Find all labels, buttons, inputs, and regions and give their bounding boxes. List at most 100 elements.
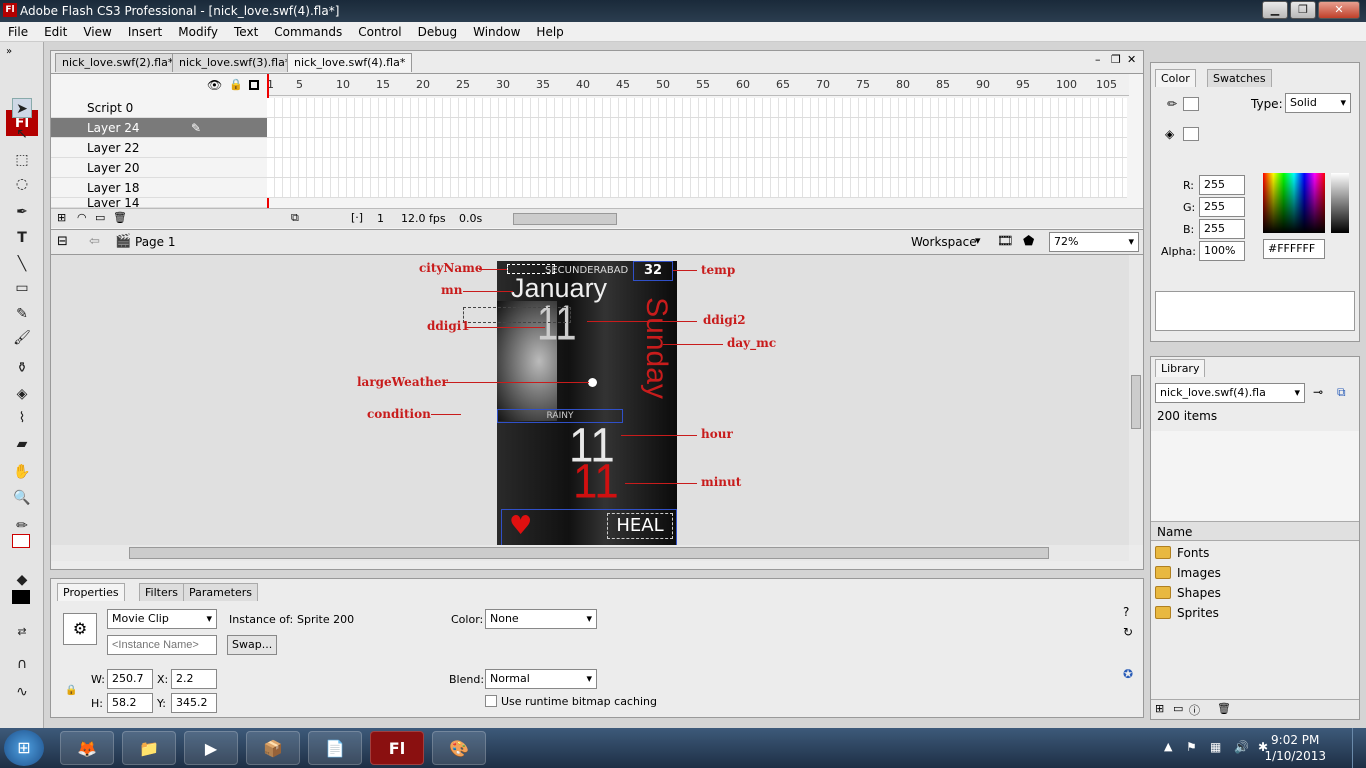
swap-colors-icon[interactable]: ⇄ — [12, 622, 32, 642]
height-input[interactable]: 58.2 — [107, 693, 153, 713]
type-dropdown[interactable]: Solid — [1285, 93, 1351, 113]
frame-ruler[interactable]: 1 5 10 15 20 25 30 35 40 45 50 55 60 65 … — [267, 74, 1129, 96]
tray-flag-icon[interactable]: ⚑ — [1186, 740, 1197, 754]
fill-color-swatch[interactable] — [12, 590, 30, 604]
instance-name-input[interactable] — [107, 635, 217, 655]
line-tool-icon[interactable]: ╲ — [12, 254, 32, 274]
notepad-icon[interactable]: 📄 — [308, 731, 362, 765]
layer-row[interactable]: Layer 14 — [51, 198, 267, 208]
workspace-chevron-icon[interactable]: ▾ — [975, 234, 981, 247]
hand-tool-icon[interactable]: ✋ — [12, 462, 32, 482]
frame-row[interactable] — [267, 158, 1127, 178]
tools-collapse-icon[interactable]: » — [6, 46, 12, 57]
stroke-color-swatch[interactable] — [12, 534, 30, 548]
insert-folder-icon[interactable]: ▭ — [95, 211, 105, 224]
frame-row[interactable] — [267, 118, 1127, 138]
back-arrow-icon[interactable]: ⇦ — [89, 234, 100, 249]
pin-icon[interactable]: ⊸ — [1313, 385, 1323, 399]
layer-row[interactable]: Layer 20 — [51, 158, 267, 178]
menu-window[interactable]: Window — [465, 22, 528, 42]
subselection-tool-icon[interactable]: ↖ — [12, 124, 32, 144]
tray-chevron-icon[interactable]: ▲ — [1164, 740, 1172, 753]
stroke-swatch[interactable] — [1183, 97, 1199, 111]
y-input[interactable]: 345.2 — [171, 693, 217, 713]
stage-hscroll[interactable] — [51, 545, 1129, 561]
layer-row[interactable]: Layer 22 — [51, 138, 267, 158]
menu-control[interactable]: Control — [350, 22, 409, 42]
swap-button[interactable]: Swap... — [227, 635, 277, 655]
width-input[interactable]: 250.7 — [107, 669, 153, 689]
doc-tab-3[interactable]: nick_love.swf(3).fla* — [172, 53, 298, 72]
smooth-icon[interactable]: ∿ — [12, 682, 32, 702]
library-item[interactable]: Fonts — [1155, 543, 1345, 563]
paint-bucket-tool-icon[interactable]: ◈ — [12, 384, 32, 404]
r-input[interactable]: 255 — [1199, 175, 1245, 195]
stage-canvas[interactable]: SECUNDERABAD 32 January 11 Sunday RAINY … — [51, 255, 1129, 545]
edit-markers-icon[interactable]: [·] — [351, 211, 363, 224]
snap-to-objects-icon[interactable]: ∩ — [12, 654, 32, 674]
brush-tool-icon[interactable]: 🖌 — [12, 328, 32, 348]
color-dropdown[interactable]: None — [485, 609, 597, 629]
doc-tab-2[interactable]: nick_love.swf(2).fla* — [55, 53, 181, 72]
rectangle-tool-icon[interactable]: ▭ — [12, 278, 32, 298]
onion-skin-icon[interactable]: ⧉ — [291, 211, 299, 225]
menu-commands[interactable]: Commands — [266, 22, 350, 42]
tab-swatches[interactable]: Swatches — [1207, 69, 1272, 87]
stage-vscroll[interactable] — [1129, 255, 1143, 545]
text-tool-icon[interactable]: T — [12, 228, 32, 248]
x-input[interactable]: 2.2 — [171, 669, 217, 689]
workspace-button[interactable]: Workspace — [911, 235, 977, 249]
fill-color-icon[interactable]: ◆ — [12, 570, 32, 590]
layer-row[interactable]: Layer 18 — [51, 178, 267, 198]
lock-all-icon[interactable]: 🔒 — [229, 78, 243, 91]
alpha-input[interactable]: 100% — [1199, 241, 1245, 261]
fill-bucket-icon[interactable]: ◈ — [1165, 127, 1174, 141]
lasso-tool-icon[interactable]: ◌ — [12, 174, 32, 194]
hscroll-thumb[interactable] — [129, 547, 1049, 559]
insert-layer-icon[interactable]: ⊞ — [57, 211, 66, 224]
stroke-color-icon[interactable]: ✏ — [12, 516, 32, 536]
delete-icon[interactable]: 🗑 — [1217, 702, 1231, 715]
g-input[interactable]: 255 — [1199, 197, 1245, 217]
start-button[interactable]: ⊞ — [4, 730, 44, 766]
flash-taskbar-icon[interactable]: Fl — [370, 731, 424, 765]
frame-row[interactable] — [267, 98, 1127, 118]
tab-filters[interactable]: Filters — [139, 583, 184, 601]
show-hide-all-icon[interactable]: 👁 — [207, 78, 222, 92]
outline-all-icon[interactable] — [249, 80, 259, 90]
widget-artwork[interactable]: SECUNDERABAD 32 January 11 Sunday RAINY … — [497, 261, 677, 545]
zoom-dropdown[interactable]: 72% — [1049, 232, 1139, 252]
close-button[interactable]: ✕ — [1318, 1, 1360, 19]
eyedropper-tool-icon[interactable]: ⌇ — [12, 408, 32, 428]
edit-scene-icon[interactable]: 🎞 — [997, 234, 1014, 249]
fill-swatch[interactable] — [1183, 127, 1199, 141]
bitmap-caching-checkbox[interactable] — [485, 695, 497, 707]
new-library-icon[interactable]: ⧉ — [1337, 385, 1346, 400]
explorer-icon[interactable]: 📁 — [122, 731, 176, 765]
tray-volume-icon[interactable]: 🔊 — [1234, 740, 1249, 754]
media-player-icon[interactable]: ▶ — [184, 731, 238, 765]
library-header[interactable]: Name — [1151, 521, 1359, 541]
pencil-tool-icon[interactable]: ✎ — [12, 304, 32, 324]
layer-row-selected[interactable]: Layer 24 ✎ — [51, 118, 267, 138]
menu-file[interactable]: File — [0, 22, 36, 42]
doc-minimize-icon[interactable]: – — [1095, 53, 1101, 66]
system-clock[interactable]: 9:02 PM 1/10/2013 — [1264, 732, 1326, 764]
timeline-toggle-icon[interactable]: ⊟ — [57, 234, 68, 249]
tab-library[interactable]: Library — [1155, 359, 1206, 377]
frame-row[interactable] — [267, 138, 1127, 158]
show-desktop-button[interactable] — [1352, 728, 1366, 768]
vscroll-thumb[interactable] — [1131, 375, 1141, 429]
menu-insert[interactable]: Insert — [120, 22, 170, 42]
lock-icon[interactable]: 🔒 — [65, 685, 77, 696]
pen-tool-icon[interactable]: ✒ — [12, 202, 32, 222]
eraser-tool-icon[interactable]: ▰ — [12, 434, 32, 454]
accessibility-icon[interactable]: ✪ — [1123, 667, 1133, 681]
symbol-type-dropdown[interactable]: Movie Clip — [107, 609, 217, 629]
stroke-pencil-icon[interactable]: ✏ — [1167, 97, 1177, 111]
help-icon[interactable]: ? — [1123, 605, 1129, 619]
paint-icon[interactable]: 🎨 — [432, 731, 486, 765]
menu-help[interactable]: Help — [528, 22, 571, 42]
menu-edit[interactable]: Edit — [36, 22, 75, 42]
menu-view[interactable]: View — [75, 22, 119, 42]
